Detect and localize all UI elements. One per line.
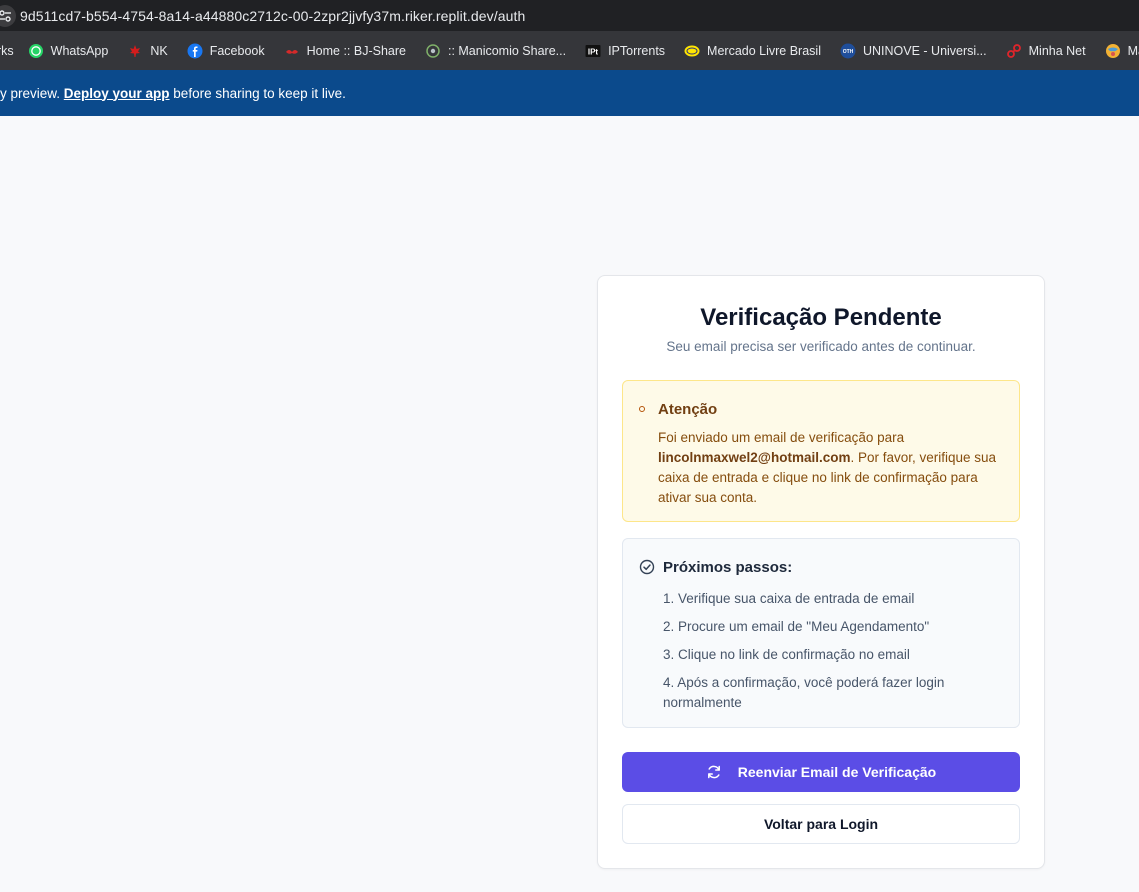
- bookmark-label: Home :: BJ-Share: [306, 43, 406, 58]
- maple-leaf-icon: [127, 43, 143, 59]
- svg-text:IPt: IPt: [588, 47, 599, 56]
- alert-email: lincolnmaxwel2@hotmail.com: [658, 450, 851, 465]
- page-subtitle: Seu email precisa ser verificado antes d…: [666, 339, 976, 354]
- verification-card: Verificação Pendente Seu email precisa s…: [597, 275, 1045, 869]
- bookmark-label: Mais de 987 mat: [1127, 43, 1139, 58]
- whatsapp-icon: [28, 43, 44, 59]
- next-steps-panel: Próximos passos: 1. Verifique sua caixa …: [622, 538, 1020, 728]
- bookmark-whatsapp[interactable]: WhatsApp: [28, 43, 109, 59]
- bookmark-iptorrents[interactable]: IPt IPTorrents: [585, 43, 665, 59]
- back-button-label: Voltar para Login: [763, 816, 879, 832]
- step-item: 4. Após a confirmação, você poderá fazer…: [663, 675, 945, 710]
- banner-prefix: y preview.: [0, 85, 64, 101]
- bookmark-uninove[interactable]: OTH UNINOVE - Universi...: [840, 43, 987, 59]
- step-item: 1. Verifique sua caixa de entrada de ema…: [663, 591, 915, 606]
- attention-alert: Atenção Foi enviado um email de verifica…: [622, 380, 1020, 522]
- bookmark-facebook[interactable]: Facebook: [187, 43, 265, 59]
- resend-verification-button[interactable]: Reenviar Email de Verificação: [622, 752, 1020, 792]
- step-item: 3. Clique no link de confirmação no emai…: [663, 647, 910, 662]
- check-circle-icon: [639, 559, 655, 575]
- steps-title: Próximos passos:: [663, 559, 793, 576]
- banner-suffix: before sharing to keep it live.: [169, 85, 346, 101]
- browser-address-bar: 9d511cd7-b554-4754-8a14-a44880c2712c-00-…: [0, 0, 1139, 31]
- alert-body-prefix: Foi enviado um email de verificação para: [658, 430, 905, 445]
- site-info-icon[interactable]: [0, 4, 16, 27]
- bookmark-nk[interactable]: NK: [127, 43, 168, 59]
- bookmarks-bar: rks WhatsApp NK Facebook Home :: BJ-Shar…: [0, 31, 1139, 70]
- bookmark-minha-net[interactable]: Minha Net: [1006, 43, 1086, 59]
- bookmark-label: Mercado Livre Brasil: [707, 43, 821, 58]
- page-title: Verificação Pendente: [700, 304, 942, 331]
- preview-banner: y preview. Deploy your app before sharin…: [0, 70, 1139, 116]
- mercado-livre-icon: [684, 43, 700, 59]
- bookmark-manicomio[interactable]: :: Manicomio Share...: [425, 43, 566, 59]
- minha-net-icon: [1006, 43, 1022, 59]
- step-item: 2. Procure um email de "Meu Agendamento": [663, 619, 930, 634]
- url-text[interactable]: 9d511cd7-b554-4754-8a14-a44880c2712c-00-…: [20, 8, 525, 24]
- alert-title: Atenção: [658, 401, 718, 418]
- back-to-login-button[interactable]: Voltar para Login: [622, 804, 1020, 844]
- uninove-icon: OTH: [840, 43, 856, 59]
- resend-button-label: Reenviar Email de Verificação: [737, 764, 937, 780]
- bookmark-label: NK: [150, 43, 168, 58]
- bj-share-icon: [284, 43, 300, 59]
- globe-icon: [1105, 43, 1121, 59]
- bookmark-label: rks: [0, 43, 14, 58]
- bookmark-item[interactable]: rks: [0, 44, 14, 58]
- alert-dot-icon: [639, 406, 645, 412]
- bookmark-label: :: Manicomio Share...: [447, 43, 567, 58]
- facebook-icon: [187, 43, 203, 59]
- bookmark-label: WhatsApp: [50, 43, 109, 58]
- bookmark-bj-share[interactable]: Home :: BJ-Share: [284, 43, 406, 59]
- bookmark-mais[interactable]: Mais de 987 mat: [1105, 43, 1139, 59]
- bookmark-label: Minha Net: [1028, 43, 1086, 58]
- iptorrents-icon: IPt: [585, 43, 601, 59]
- refresh-icon: [706, 764, 722, 780]
- alert-body: Foi enviado um email de verificação para…: [658, 428, 1003, 508]
- svg-text:OTH: OTH: [843, 49, 854, 55]
- bookmark-label: UNINOVE - Universi...: [862, 43, 987, 58]
- deploy-app-link[interactable]: Deploy your app: [64, 86, 170, 101]
- bookmark-label: Facebook: [209, 43, 265, 58]
- steps-list: 1. Verifique sua caixa de entrada de ema…: [663, 589, 993, 721]
- bookmark-label: IPTorrents: [608, 43, 666, 58]
- manicomio-icon: [425, 43, 441, 59]
- bookmark-mercado-livre[interactable]: Mercado Livre Brasil: [684, 43, 821, 59]
